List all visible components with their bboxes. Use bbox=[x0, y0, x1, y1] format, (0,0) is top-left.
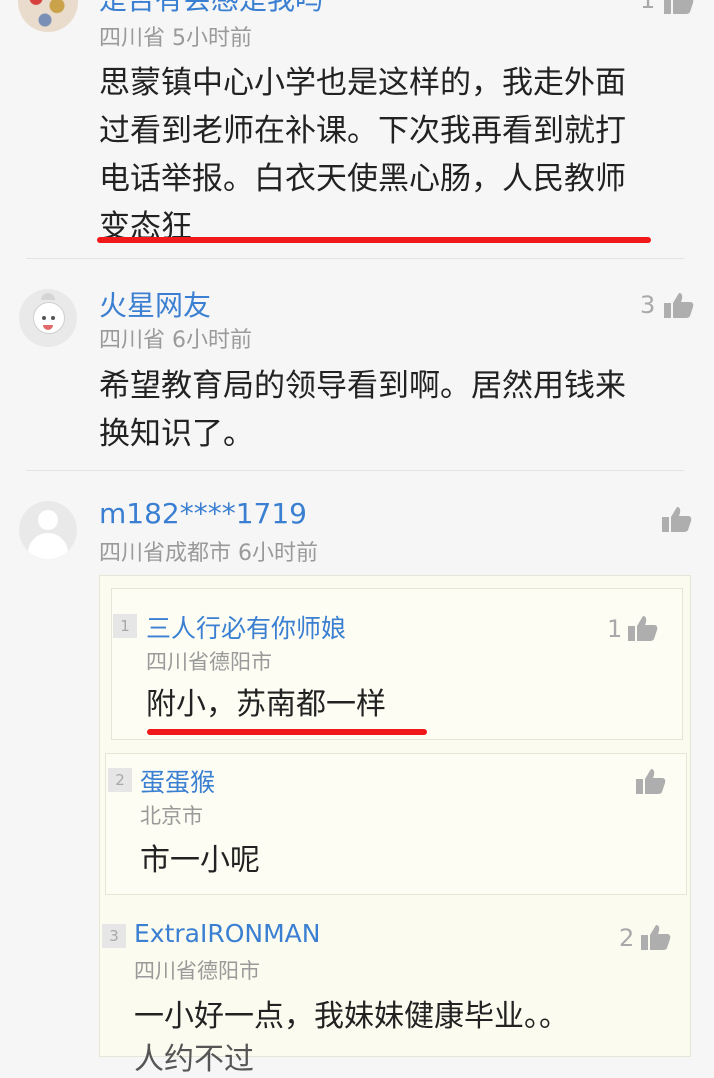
like-count: 1 bbox=[640, 0, 656, 14]
user-avatar[interactable] bbox=[18, 0, 78, 32]
robot-eye bbox=[42, 316, 46, 320]
thumbs-up-icon[interactable] bbox=[664, 0, 694, 14]
thumbs-up-icon[interactable] bbox=[628, 615, 658, 641]
commenter-name[interactable]: m182****1719 bbox=[99, 497, 307, 530]
reply-meta: 四川省德阳市 bbox=[146, 650, 272, 674]
red-underline-annotation bbox=[147, 729, 427, 735]
thumbs-up-icon[interactable] bbox=[641, 924, 671, 950]
reply-meta: 四川省德阳市 bbox=[134, 959, 260, 983]
red-underline-annotation bbox=[97, 237, 651, 243]
commenter-name[interactable]: 火星网友 bbox=[99, 284, 211, 324]
floor-number: 1 bbox=[113, 614, 137, 638]
thumbs-up-icon[interactable] bbox=[664, 292, 694, 318]
commenter-name[interactable]: 是否有会感是我吗 bbox=[99, 0, 323, 18]
reply-text: 一小好一点，我妹妹健康毕业。。 bbox=[134, 999, 569, 1034]
reply-meta: 北京市 bbox=[140, 804, 203, 828]
comment-text: 思蒙镇中心小学也是这样的，我走外面 过看到老师在补课。下次我再看到就打 电话举报… bbox=[99, 65, 626, 245]
comment-meta: 四川省 6小时前 bbox=[99, 328, 252, 353]
default-user-body bbox=[28, 533, 68, 559]
reply-text-cut: 人约不过 bbox=[134, 1042, 254, 1077]
thumbs-up-icon[interactable] bbox=[636, 768, 666, 794]
floor-number: 2 bbox=[108, 768, 132, 792]
like-count: 2 bbox=[619, 924, 635, 952]
floor-number: 3 bbox=[102, 924, 126, 948]
reply-text: 附小，苏南都一样 bbox=[146, 687, 386, 722]
comment-text: 希望教育局的领导看到啊。居然用钱来 换知识了。 bbox=[99, 368, 626, 452]
reply-author[interactable]: 蛋蛋猴 bbox=[140, 763, 215, 799]
reply-author[interactable]: ExtraIRONMAN bbox=[134, 919, 321, 948]
like-count: 1 bbox=[607, 615, 623, 643]
like-count: 3 bbox=[640, 291, 656, 319]
robot-cap bbox=[41, 293, 55, 300]
user-avatar[interactable] bbox=[19, 501, 77, 559]
divider bbox=[26, 258, 684, 259]
thumbs-up-icon[interactable] bbox=[662, 506, 692, 532]
reply-author[interactable]: 三人行必有你师娘 bbox=[146, 609, 346, 645]
user-avatar[interactable] bbox=[19, 289, 77, 347]
comment-meta: 四川省 5小时前 bbox=[99, 26, 252, 51]
comment-meta: 四川省成都市 6小时前 bbox=[99, 541, 318, 566]
default-user-icon bbox=[38, 510, 58, 530]
divider bbox=[26, 470, 684, 471]
reply-text: 市一小呢 bbox=[140, 843, 260, 878]
robot-eye bbox=[51, 316, 55, 320]
